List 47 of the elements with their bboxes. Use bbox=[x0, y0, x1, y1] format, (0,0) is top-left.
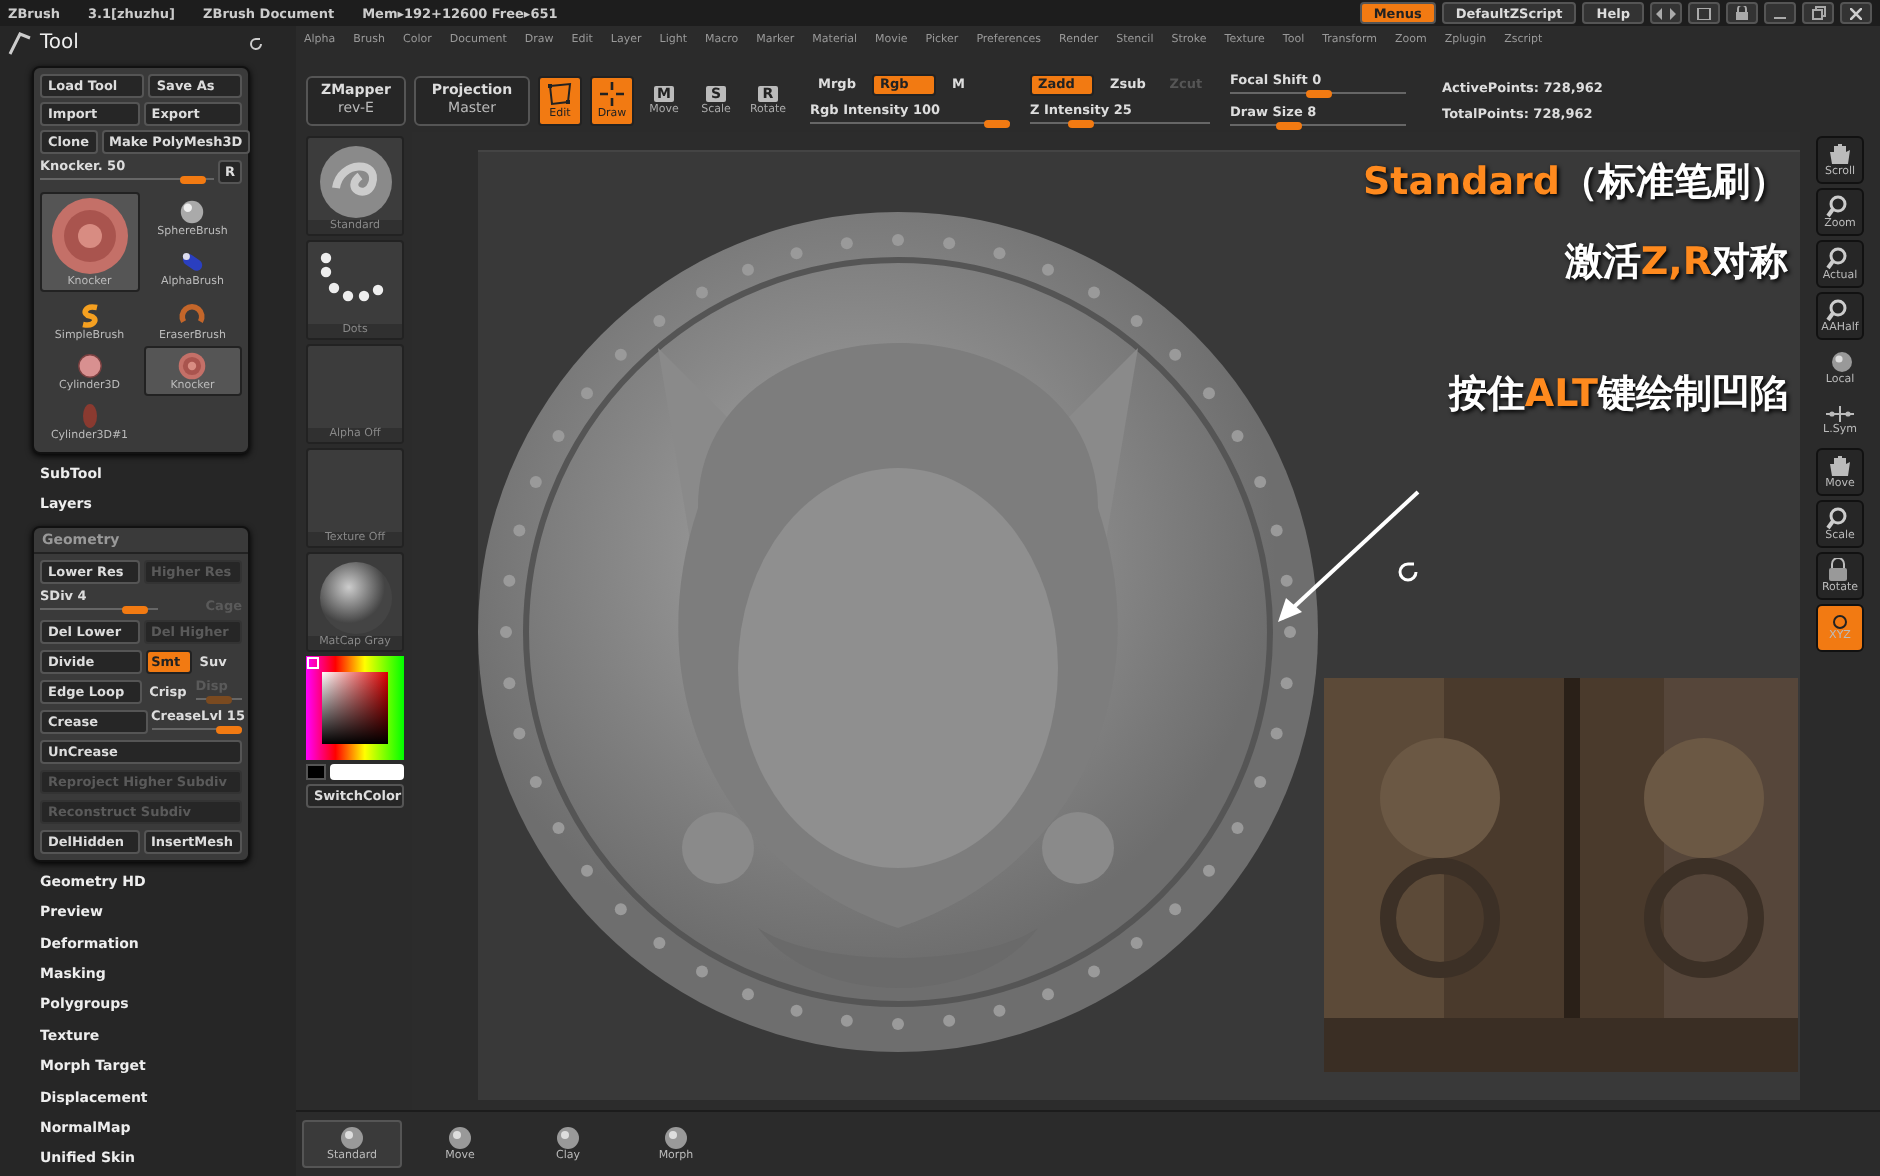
sphere-icon bbox=[662, 1126, 690, 1150]
sphere-icon bbox=[178, 198, 207, 226]
primary-color-swatch[interactable] bbox=[330, 764, 404, 780]
annotation-text: Standard（标准笔刷） bbox=[1362, 158, 1788, 208]
minimize-icon[interactable] bbox=[1764, 2, 1796, 24]
hand-icon bbox=[1826, 454, 1854, 478]
slider-track[interactable] bbox=[1030, 119, 1210, 127]
slider-track[interactable] bbox=[1230, 121, 1406, 129]
zbrush-logo-icon bbox=[8, 31, 32, 55]
secondary-color-swatch[interactable] bbox=[306, 764, 326, 780]
lock-icon[interactable] bbox=[1726, 2, 1758, 24]
slider-track[interactable] bbox=[40, 176, 214, 184]
circle-icon bbox=[75, 352, 104, 380]
slider-thumb[interactable] bbox=[984, 119, 1010, 127]
annotation-text: 按住ALT键绘制凹陷 bbox=[1448, 370, 1788, 420]
slider-thumb[interactable] bbox=[1305, 89, 1331, 97]
sphere-icon bbox=[1826, 350, 1854, 374]
annotation-text: 激活Z,R对称 bbox=[1564, 238, 1788, 288]
sphere-icon bbox=[446, 1126, 474, 1150]
crosshair-icon bbox=[598, 81, 626, 105]
slider-thumb[interactable] bbox=[1068, 119, 1095, 127]
color-picker[interactable] bbox=[306, 656, 404, 760]
layout-icon[interactable] bbox=[1688, 2, 1720, 24]
sphere-icon bbox=[338, 1126, 366, 1150]
slider-thumb[interactable] bbox=[122, 605, 149, 614]
sphere-icon bbox=[554, 1126, 582, 1150]
brush-stroke-icon bbox=[315, 144, 395, 220]
arrows-icon[interactable] bbox=[1650, 2, 1682, 24]
panel-title: Tool bbox=[40, 32, 79, 54]
edit-frame-icon bbox=[546, 81, 574, 105]
slider-thumb[interactable] bbox=[216, 725, 242, 734]
slider-track[interactable] bbox=[151, 725, 242, 734]
axes-icon bbox=[1824, 404, 1856, 424]
slider-track[interactable] bbox=[40, 605, 158, 614]
disc-icon bbox=[49, 196, 130, 276]
slider-track[interactable] bbox=[195, 695, 242, 704]
slider-thumb[interactable] bbox=[1275, 121, 1301, 129]
close-icon[interactable] bbox=[1840, 2, 1872, 24]
refresh-icon bbox=[248, 35, 264, 51]
slider-track[interactable] bbox=[810, 119, 1010, 127]
disc-icon bbox=[178, 352, 207, 380]
slider-thumb[interactable] bbox=[180, 176, 207, 184]
slider-track[interactable] bbox=[1230, 89, 1406, 97]
rotate-cursor-icon bbox=[1396, 560, 1420, 584]
sphere-icon bbox=[315, 560, 395, 636]
hand-icon bbox=[1826, 142, 1854, 166]
restore-icon[interactable] bbox=[1802, 2, 1834, 24]
